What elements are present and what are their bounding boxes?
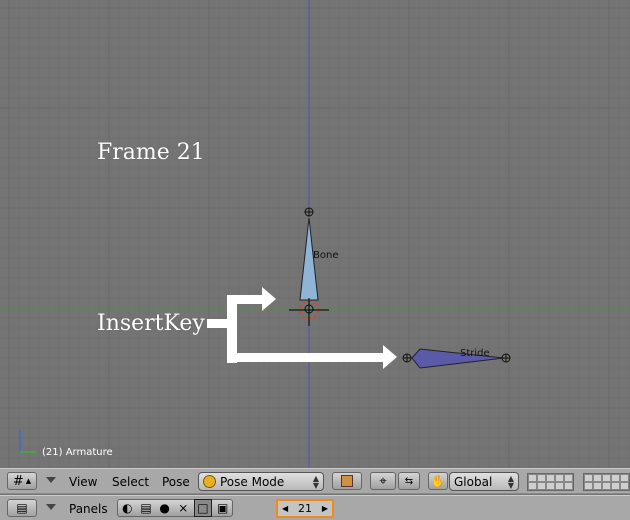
translate-icon: ⇆ <box>404 475 414 487</box>
grid-lines <box>0 0 630 468</box>
stride-name-label: Stride <box>460 348 490 359</box>
menu-view[interactable]: View <box>69 475 97 489</box>
orientation-dropdown[interactable]: Global ▲ ▼ <box>449 472 519 491</box>
mode-dropdown[interactable]: Pose Mode ▲ ▼ <box>198 472 324 491</box>
frame-increment-icon[interactable]: ▶ <box>322 504 328 513</box>
object-icon[interactable]: ⨯ <box>175 500 191 516</box>
orientation-dropdown-value: Global <box>454 474 493 489</box>
grid-icon: # <box>12 473 24 489</box>
3d-viewport[interactable]: Frame 21 InsertKey Bone Stride (21) Arma… <box>0 0 630 468</box>
collapse-menu-icon[interactable] <box>46 504 56 510</box>
hand-icon: ✋ <box>430 474 446 488</box>
script-icon[interactable]: ▤ <box>138 500 154 516</box>
mode-dropdown-value: Pose Mode <box>220 474 285 489</box>
transform-manipulator-toggle[interactable]: ✋ <box>428 472 448 490</box>
layers-grid-left[interactable] <box>527 473 574 491</box>
logic-icon[interactable]: ◐ <box>119 500 135 516</box>
editor-type-button[interactable]: # ▲ <box>7 472 37 490</box>
updown-arrows-icon: ▲ <box>25 477 32 485</box>
updown-arrows-icon: ▲ ▼ <box>507 474 514 490</box>
current-frame-value: 21 <box>298 502 312 515</box>
menu-select[interactable]: Select <box>112 475 149 489</box>
layers-grid-right[interactable] <box>583 473 630 491</box>
menu-pose[interactable]: Pose <box>162 475 190 489</box>
manipulator-button[interactable]: ⇆ <box>398 472 420 490</box>
collapse-menu-icon[interactable] <box>46 477 56 483</box>
shading-icon[interactable]: ● <box>157 500 173 516</box>
panels-editor-icon: ▤ <box>16 501 28 515</box>
current-frame-field[interactable]: ◀ 21 ▶ <box>276 499 334 518</box>
viewport-header: # ▲ View Select Pose Pose Mode ▲ ▼ ⌖ ⇆ ✋ … <box>0 468 630 494</box>
pivot-button[interactable]: ⌖ <box>370 472 396 490</box>
active-object-status: (21) Armature <box>42 447 113 458</box>
stride-bone-shape[interactable] <box>411 348 505 369</box>
editing-icon[interactable]: □ <box>193 499 212 517</box>
panels-label: Panels <box>69 502 108 516</box>
updown-arrows-icon: ▲ ▼ <box>312 474 319 490</box>
editor-type-button[interactable]: ▤ <box>7 499 37 517</box>
context-buttons-group[interactable]: ◐ ▤ ● ⨯ □ ▣ <box>117 499 233 517</box>
cube-icon <box>341 475 353 487</box>
bone-name-label: Bone <box>313 250 339 261</box>
scene-icon[interactable]: ▣ <box>215 500 231 516</box>
frame-decrement-icon[interactable]: ◀ <box>282 504 288 513</box>
insertkey-overlay-text: InsertKey <box>97 311 205 336</box>
crosshair-icon: ⌖ <box>379 473 387 489</box>
pose-mode-icon <box>203 475 216 488</box>
frame-overlay-text: Frame 21 <box>97 140 205 165</box>
axis-gizmo <box>19 430 36 453</box>
viewport-canvas <box>0 0 630 468</box>
draw-type-button[interactable] <box>332 472 362 490</box>
buttons-header: ▤ Panels ◐ ▤ ● ⨯ □ ▣ ◀ 21 ▶ <box>0 495 630 520</box>
